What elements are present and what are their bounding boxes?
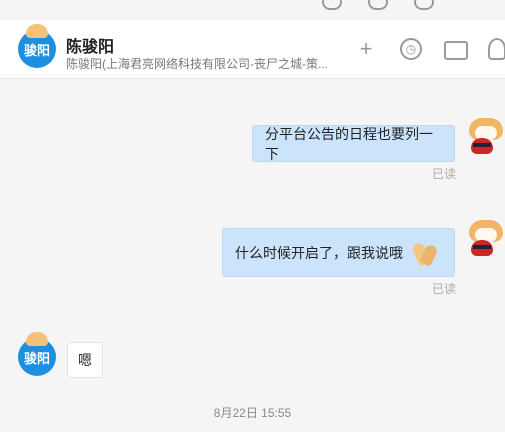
user-icon[interactable] — [488, 38, 505, 60]
contact-name[interactable]: 陈骏阳 — [66, 33, 114, 57]
my-avatar[interactable] — [465, 218, 505, 258]
read-status: 已读 — [432, 282, 457, 296]
chat-icon[interactable] — [322, 0, 342, 10]
message-bubble-outgoing[interactable]: 分平台公告的日程也要列一下 — [252, 125, 455, 162]
settings-icon[interactable] — [414, 0, 434, 10]
notification-icon[interactable] — [368, 0, 388, 10]
folder-icon[interactable] — [444, 41, 468, 60]
contact-subtitle: 陈骏阳(上海君亮网络科技有限公司-丧尸之城-策... — [66, 57, 328, 71]
read-status: 已读 — [432, 167, 457, 181]
praying-hands-icon — [409, 240, 439, 267]
message-bubble-outgoing[interactable]: 什么时候开启了，跟我说哦 — [222, 228, 455, 277]
contact-avatar[interactable]: 骏阳 — [18, 332, 56, 376]
message-text: 什么时候开启了，跟我说哦 — [235, 244, 403, 261]
window-top-strip — [0, 0, 505, 20]
my-avatar[interactable] — [465, 116, 505, 156]
message-text: 分平台公告的日程也要列一下 — [265, 125, 433, 162]
message-bubble-incoming[interactable]: 嗯 — [67, 342, 103, 378]
contact-avatar[interactable]: 骏阳 — [18, 24, 56, 68]
chat-header: 骏阳 陈骏阳 陈骏阳(上海君亮网络科技有限公司-丧尸之城-策... + ◷ — [0, 20, 505, 79]
add-icon[interactable]: + — [355, 38, 377, 60]
message-text: 嗯 — [78, 352, 92, 368]
clock-icon[interactable]: ◷ — [400, 38, 422, 60]
timestamp: 8月22日 15:55 — [213, 406, 292, 420]
